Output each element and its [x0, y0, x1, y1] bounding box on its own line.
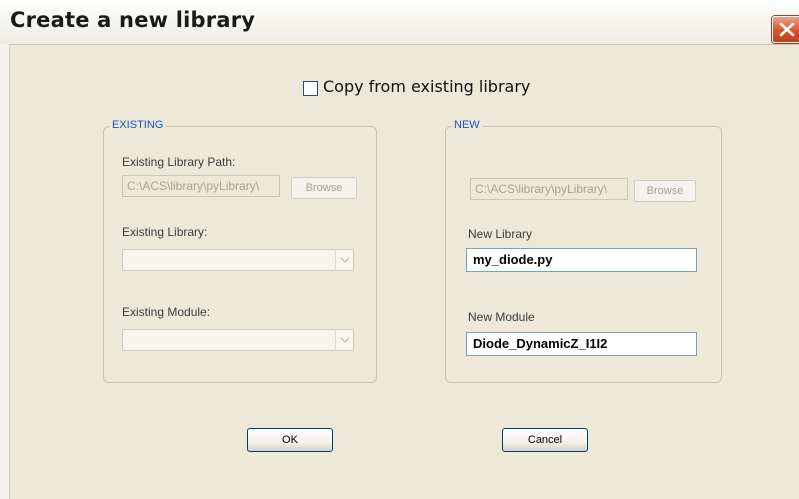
existing-group-legend: EXISTING — [110, 119, 166, 131]
existing-library-select[interactable] — [122, 249, 354, 271]
new-group-legend: NEW — [452, 119, 482, 131]
copy-from-existing-checkbox[interactable] — [303, 81, 318, 96]
title-bar: Create a new library — [0, 0, 799, 45]
existing-library-path-field[interactable]: C:\ACS\library\pyLibrary\ — [122, 175, 280, 197]
new-library-input[interactable]: my_diode.py — [466, 248, 697, 272]
window-title: Create a new library — [10, 8, 256, 32]
window-edge — [0, 44, 10, 499]
existing-module-label: Existing Module: — [122, 305, 211, 319]
existing-library-path-label: Existing Library Path: — [122, 155, 236, 169]
cancel-button[interactable]: Cancel — [502, 428, 588, 452]
close-icon — [779, 22, 795, 37]
existing-module-select[interactable] — [122, 329, 354, 351]
new-library-label: New Library — [468, 227, 533, 241]
new-module-label: New Module — [468, 310, 535, 324]
existing-browse-button[interactable]: Browse — [291, 177, 357, 199]
new-library-path-field[interactable]: C:\ACS\library\pyLibrary\ — [470, 178, 628, 200]
existing-module-dropdown-arrow[interactable] — [335, 330, 353, 350]
existing-library-label: Existing Library: — [122, 225, 208, 239]
existing-library-dropdown-arrow[interactable] — [335, 250, 353, 270]
chevron-down-icon — [340, 257, 350, 263]
new-module-input[interactable]: Diode_DynamicZ_I1I2 — [466, 332, 697, 356]
new-group: NEW C:\ACS\library\pyLibrary\ Browse New… — [445, 119, 722, 383]
ok-button[interactable]: OK — [247, 428, 333, 452]
copy-from-existing-label: Copy from existing library — [323, 77, 531, 96]
chevron-down-icon — [340, 337, 350, 343]
new-browse-button[interactable]: Browse — [634, 180, 696, 202]
existing-group: EXISTING Existing Library Path: C:\ACS\l… — [103, 119, 377, 383]
close-button[interactable] — [772, 16, 799, 43]
